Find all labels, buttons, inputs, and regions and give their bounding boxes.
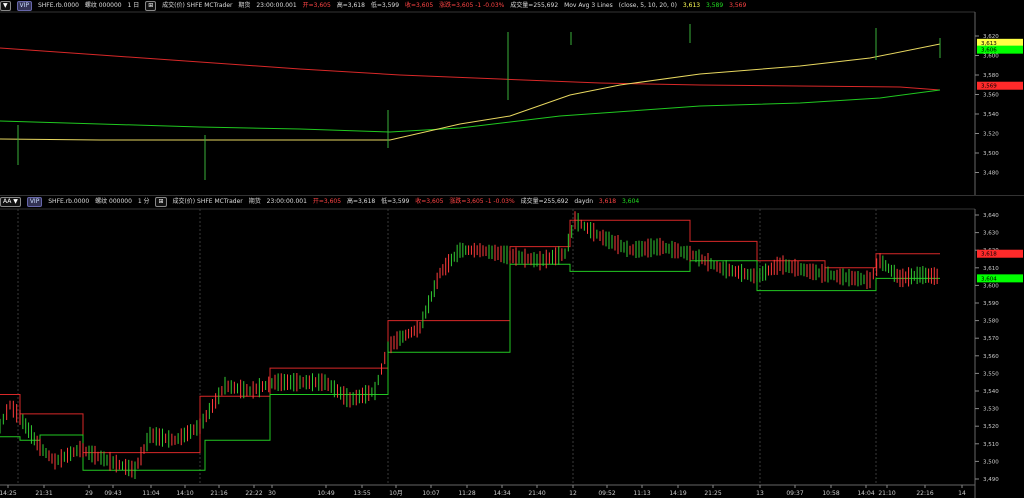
daydn-low-line [0, 260, 940, 471]
price-tick-label: 3,630 [983, 231, 999, 237]
daily-chart-pane[interactable]: ▼ VIP SHFE.rb.0000 螺纹 000000 1 日 ⊞ 成交(价)… [0, 0, 1024, 196]
price-tick-label: 3,600 [983, 54, 999, 60]
time-tick-label: 21:10 [878, 490, 895, 497]
price-tick-label: 3,500 [983, 459, 999, 465]
price-tick-label: 3,570 [983, 336, 999, 342]
time-tick-label: 11:13 [633, 490, 650, 497]
price-tick-label: 3,510 [983, 442, 999, 448]
price-tick-label: 3,580 [983, 73, 999, 79]
time-tick-label: 10:49 [317, 490, 334, 497]
price-tick-label: 3,520 [983, 424, 999, 430]
minute-chart-pane[interactable]: AA ▼ VIP SHFE.rb.0000 螺纹 000000 1 分 ⊞ 成交… [0, 196, 1024, 498]
price-tick-label: 3,600 [983, 283, 999, 289]
time-tick-label: 09:37 [786, 490, 803, 497]
time-tick-label: 10月 [389, 490, 403, 497]
time-tick-label: 21:31 [35, 490, 52, 497]
time-tick-label: 09:43 [104, 490, 121, 497]
time-tick-label: 12 [569, 490, 577, 497]
price-tick-label: 3,540 [983, 112, 999, 118]
price-tick-label: 3,560 [983, 354, 999, 360]
time-tick-label: 14:34 [493, 490, 510, 497]
minute-chart-canvas[interactable]: 3,6403,6303,6203,6103,6003,5903,5803,570… [0, 196, 1024, 498]
ma-line-20 [0, 47, 941, 91]
price-tag-label: 3,618 [981, 252, 997, 258]
price-tick-label: 3,580 [983, 319, 999, 325]
price-tick-label: 3,490 [983, 477, 999, 483]
price-tag-label: 3,604 [981, 276, 997, 282]
daydn-high-line [0, 219, 940, 454]
price-tick-label: 3,550 [983, 371, 999, 377]
price-tick-label: 3,560 [983, 93, 999, 99]
price-tick-label: 3,480 [983, 171, 999, 177]
time-tick-label: 22:22 [245, 490, 262, 497]
time-tick-label: 29 [85, 490, 93, 497]
price-tick-label: 3,500 [983, 151, 999, 157]
time-tick-label: 21:16 [210, 490, 227, 497]
time-tick-label: 11:04 [142, 490, 159, 497]
time-tick-label: 14:04 [857, 490, 874, 497]
time-tick-label: 22:16 [916, 490, 933, 497]
time-tick-label: 21:40 [528, 490, 545, 497]
time-tick-label: 30 [268, 490, 276, 497]
ma-line-10 [0, 89, 941, 133]
daily-chart-canvas[interactable]: 3,6203,6003,5803,5603,5403,5203,5003,480… [0, 0, 1024, 196]
price-tick-label: 3,530 [983, 407, 999, 413]
time-tick-label: 14:19 [669, 490, 686, 497]
time-tick-label: 11:28 [458, 490, 475, 497]
time-tick-label: 14 [958, 490, 966, 497]
time-tick-label: 14:25 [0, 490, 17, 497]
price-tick-label: 3,540 [983, 389, 999, 395]
time-tick-label: 13 [756, 490, 764, 497]
price-tick-label: 3,520 [983, 132, 999, 138]
price-tick-label: 3,640 [983, 213, 999, 219]
price-tag-label: 3,606 [981, 48, 997, 54]
price-tick-label: 3,590 [983, 301, 999, 307]
price-tick-label: 3,610 [983, 266, 999, 272]
time-tick-label: 21:25 [704, 490, 721, 497]
price-tag-label: 3,569 [981, 84, 997, 90]
time-tick-label: 13:55 [353, 490, 370, 497]
time-tick-label: 10:07 [422, 490, 439, 497]
time-tick-label: 10:58 [822, 490, 839, 497]
time-tick-label: 14:10 [176, 490, 193, 497]
time-tick-label: 09:52 [598, 490, 615, 497]
